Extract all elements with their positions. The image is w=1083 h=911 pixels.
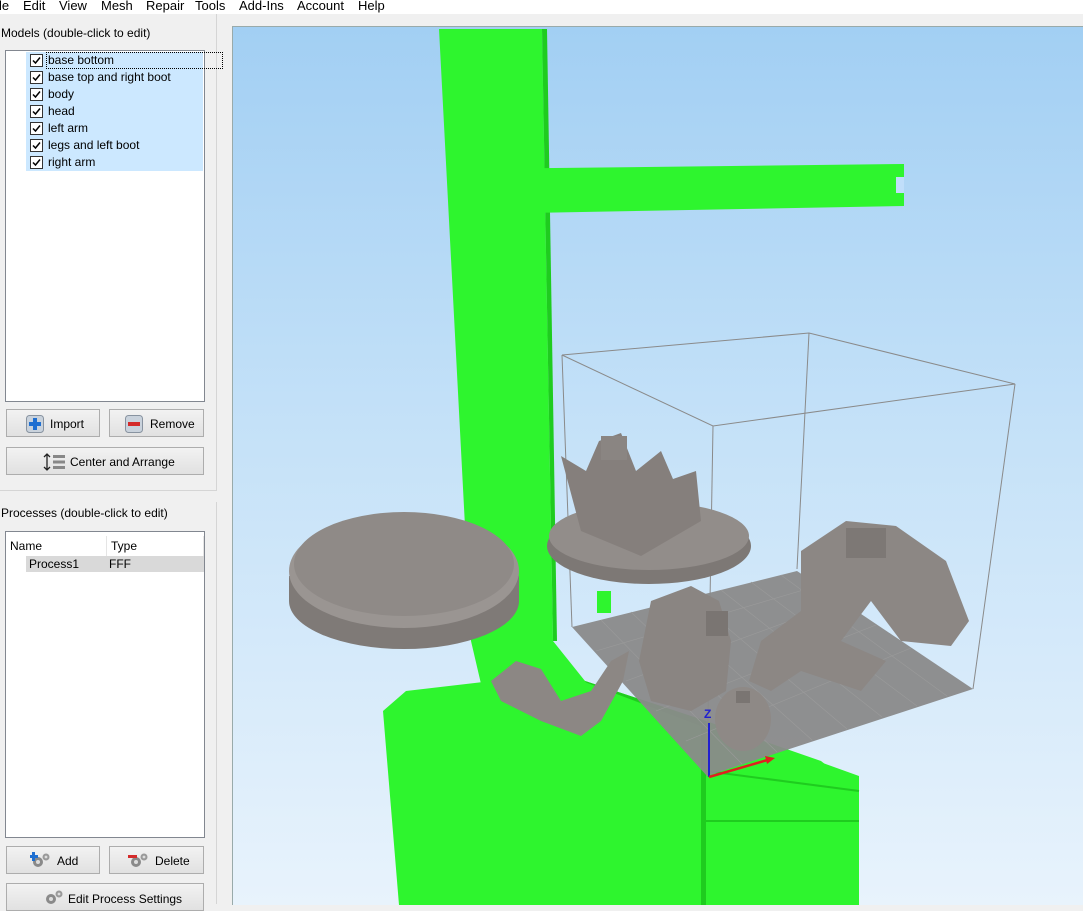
model-head [715, 687, 771, 751]
3d-viewport[interactable]: Z [232, 26, 1083, 905]
z-axis-label: Z [704, 707, 712, 721]
model-item-label: body [48, 87, 75, 101]
arrange-icon [43, 453, 67, 474]
import-plus-icon [26, 415, 44, 436]
panel-separator [216, 502, 217, 904]
model-item[interactable]: head [26, 103, 203, 120]
column-header-type[interactable]: Type [107, 536, 204, 556]
scene-canvas [289, 29, 1016, 905]
section-divider [0, 490, 217, 491]
model-item-label: legs and left boot [48, 138, 140, 152]
model-item[interactable]: body [26, 86, 203, 103]
model-item[interactable]: base top and right boot [26, 69, 203, 86]
checkbox-checked-icon[interactable] [30, 105, 43, 118]
process-name-cell: Process1 [29, 557, 80, 571]
checkbox-checked-icon[interactable] [30, 54, 43, 67]
remove-button[interactable]: Remove [109, 409, 204, 437]
model-item[interactable]: left arm [26, 120, 203, 137]
menu-bar: le Edit View Mesh Repair Tools Add-Ins A… [0, 0, 1083, 14]
menu-edit[interactable]: Edit [23, 0, 45, 14]
support-arm [469, 164, 904, 214]
support-tower [439, 29, 601, 761]
checkbox-checked-icon[interactable] [30, 122, 43, 135]
model-item[interactable]: legs and left boot [26, 137, 203, 154]
delete-process-button[interactable]: Delete [109, 846, 204, 874]
model-item[interactable]: right arm [26, 154, 203, 171]
focus-outline [46, 52, 223, 69]
checkbox-checked-icon[interactable] [30, 71, 43, 84]
import-button[interactable]: Import [6, 409, 100, 437]
left-panel: Models (double-click to edit) base botto… [0, 14, 226, 911]
checkbox-checked-icon[interactable] [30, 88, 43, 101]
add-process-button[interactable]: Add [6, 846, 100, 874]
menu-account[interactable]: Account [297, 0, 344, 14]
menu-add-ins[interactable]: Add-Ins [239, 0, 284, 14]
model-base-top [547, 433, 751, 584]
add-process-label: Add [57, 854, 79, 868]
menu-tools[interactable]: Tools [195, 0, 225, 14]
column-header-name[interactable]: Name [6, 536, 107, 556]
checkbox-checked-icon[interactable] [30, 156, 43, 169]
model-item-label: right arm [48, 155, 96, 169]
menu-file[interactable]: le [0, 0, 9, 14]
model-body [639, 586, 731, 711]
center-arrange-button[interactable]: Center and Arrange [6, 447, 204, 475]
center-arrange-label: Center and Arrange [70, 455, 175, 469]
gear-delete-icon [128, 851, 150, 874]
remove-minus-icon [125, 415, 143, 436]
table-row[interactable]: Process1 FFF [26, 556, 204, 572]
import-button-label: Import [50, 417, 85, 431]
gear-settings-icon [43, 888, 65, 911]
model-item-label: base top and right boot [48, 70, 171, 84]
model-item[interactable]: base bottom [26, 52, 223, 69]
processes-table[interactable]: Name Type Process1 FFF [5, 531, 205, 838]
menu-mesh[interactable]: Mesh [101, 0, 133, 14]
edit-process-settings-button[interactable]: Edit Process Settings [6, 883, 204, 911]
checkbox-checked-icon[interactable] [30, 139, 43, 152]
models-section-label: Models (double-click to edit) [1, 26, 151, 40]
processes-section-label: Processes (double-click to edit) [1, 506, 168, 520]
model-base-bottom [289, 512, 519, 649]
support-arm-notch [896, 177, 904, 193]
gear-add-icon [29, 851, 52, 874]
models-tree[interactable]: base bottom base top and right boot body… [5, 50, 223, 402]
menu-view[interactable]: View [59, 0, 87, 14]
model-item-label: left arm [48, 121, 89, 135]
process-type-cell: FFF [109, 557, 131, 571]
delete-process-label: Delete [155, 854, 190, 868]
remove-button-label: Remove [150, 417, 195, 431]
panel-separator [216, 14, 217, 490]
model-item-label: head [48, 104, 75, 118]
menu-repair[interactable]: Repair [146, 0, 184, 14]
menu-help[interactable]: Help [358, 0, 385, 14]
support-skirt [597, 591, 611, 613]
